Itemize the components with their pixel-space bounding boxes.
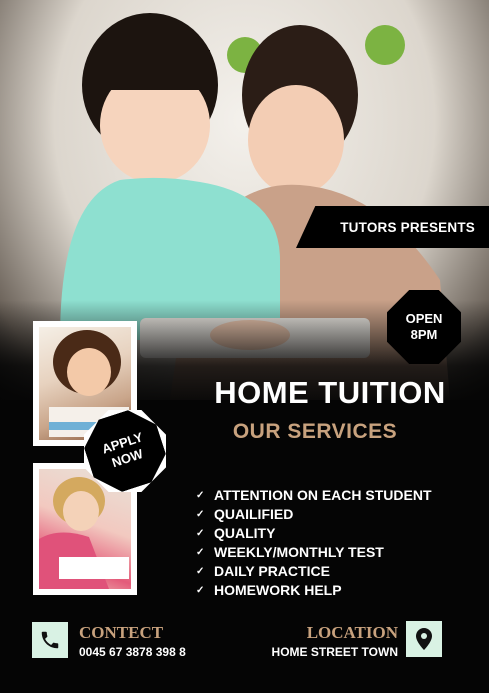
service-item: ✓ DAILY PRACTICE — [196, 562, 432, 581]
open-badge-line2: 8PM — [410, 327, 438, 342]
services-heading: OUR SERVICES — [232, 420, 398, 443]
check-icon: ✓ — [196, 547, 205, 558]
service-item: ✓ QUALITY — [196, 524, 432, 543]
service-item: ✓ ATTENTION ON EACH STUDENT — [196, 486, 432, 505]
tutors-presents-banner: TUTORS PRESENTS — [296, 206, 489, 248]
banner-text: TUTORS PRESENTS — [340, 219, 475, 235]
location-address[interactable]: HOME STREET TOWN — [272, 645, 398, 659]
phone-icon[interactable] — [32, 622, 68, 658]
check-icon: ✓ — [196, 585, 205, 596]
pin-glyph — [416, 628, 432, 650]
location-label: LOCATION — [306, 623, 398, 642]
contact-phone-number[interactable]: 0045 67 3878 398 8 — [79, 645, 186, 659]
main-title: HOME TUITION — [214, 375, 446, 410]
service-label: DAILY PRACTICE — [214, 563, 330, 579]
services-list: ✓ ATTENTION ON EACH STUDENT ✓ QUAILIFIED ✓… — [196, 486, 432, 600]
flyer: TUTORS PRESENTS OPEN 8PM APPLY NOW HOME … — [0, 0, 489, 693]
check-icon: ✓ — [196, 528, 205, 539]
service-label: WEEKLY/MONTHLY TEST — [214, 544, 384, 560]
open-badge-line1: OPEN — [405, 311, 443, 326]
service-label: QUALITY — [214, 525, 276, 541]
open-badge: OPEN 8PM — [387, 290, 461, 364]
service-item: ✓ QUAILIFIED — [196, 505, 432, 524]
service-label: ATTENTION ON EACH STUDENT — [214, 487, 432, 503]
contact-label: CONTECT — [79, 623, 164, 642]
check-icon: ✓ — [196, 566, 205, 577]
service-item: ✓ HOMEWORK HELP — [196, 581, 432, 600]
check-icon: ✓ — [196, 490, 205, 501]
service-label: QUAILIFIED — [214, 506, 294, 522]
map-pin-icon[interactable] — [406, 621, 442, 657]
check-icon: ✓ — [196, 509, 205, 520]
service-label: HOMEWORK HELP — [214, 582, 342, 598]
service-item: ✓ WEEKLY/MONTHLY TEST — [196, 543, 432, 562]
phone-glyph — [41, 631, 59, 649]
